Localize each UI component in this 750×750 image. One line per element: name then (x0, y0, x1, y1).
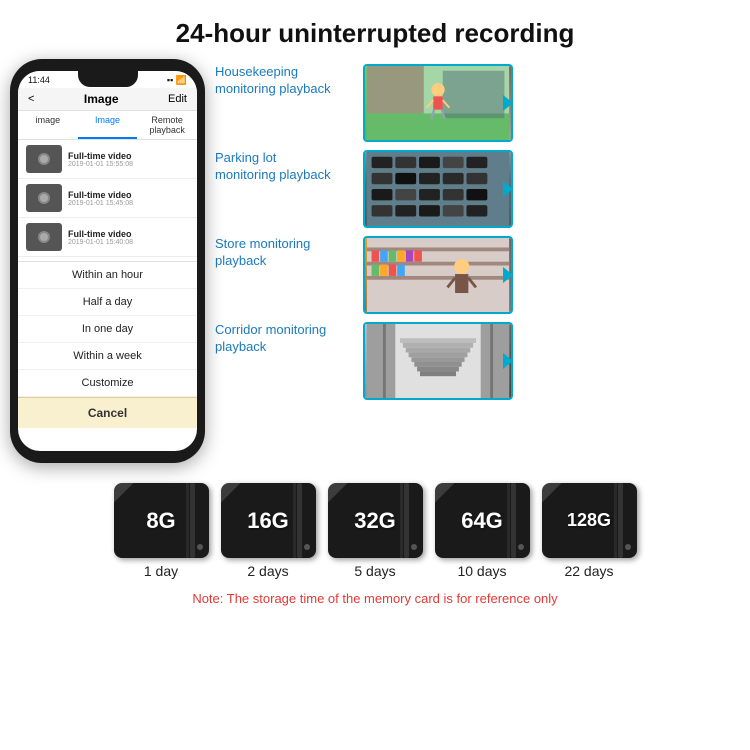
storage-days-64g: 10 days (457, 563, 506, 579)
storage-days-128g: 22 days (564, 563, 613, 579)
sd-card-label-64g: 64G (461, 508, 503, 534)
video-item-1-text: Full-time video 2019-01-01 15:55:08 (68, 151, 189, 168)
monitoring-label-parking: Parking lot monitoring playback (215, 150, 355, 184)
phone-edit-button[interactable]: Edit (168, 93, 187, 105)
storage-card-8g: 8G 1 day (114, 483, 209, 579)
video-item-1-date: 2019-01-01 15:55:08 (68, 161, 189, 168)
arrow-right-icon (503, 95, 513, 111)
phone-dropdown: Within an hour Half a day In one day Wit… (18, 261, 197, 428)
video-thumb-1 (26, 145, 62, 173)
storage-card-64g: 64G 10 days (435, 483, 530, 579)
video-item-3-date: 2019-01-01 15:40:08 (68, 239, 189, 246)
monitoring-image-housekeeping (363, 64, 513, 142)
storage-card-16g: 16G 2 days (221, 483, 316, 579)
monitoring-image-corridor (363, 322, 513, 400)
arrow-right-icon (503, 353, 513, 369)
list-item[interactable]: Full-time video 2019-01-01 15:45:08 (18, 179, 197, 218)
monitoring-label-store: Store monitoring playback (215, 236, 355, 270)
arrow-right-icon (503, 181, 513, 197)
dropdown-cancel-button[interactable]: Cancel (18, 397, 197, 428)
image-parking (365, 152, 511, 226)
page-title: 24-hour uninterrupted recording (0, 0, 750, 59)
storage-section: 8G 1 day 16G 2 days 32G 5 days (0, 468, 750, 614)
monitoring-label-housekeeping: Housekeeping monitoring playback (215, 64, 355, 98)
monitoring-item-parking: Parking lot monitoring playback (215, 150, 740, 228)
tab-remote-playback[interactable]: Remote playback (137, 111, 197, 139)
image-corridor (365, 324, 511, 398)
dropdown-item-oneday[interactable]: In one day (18, 316, 197, 343)
monitoring-image-parking (363, 150, 513, 228)
phone-mockup: 11:44 ▪▪ 📶 < Image Edit image Image Remo… (10, 59, 205, 463)
tab-image-2[interactable]: Image (78, 111, 138, 139)
storage-days-16g: 2 days (247, 563, 288, 579)
sd-card-128g: 128G (542, 483, 637, 558)
sd-card-64g: 64G (435, 483, 530, 558)
video-item-2-text: Full-time video 2019-01-01 15:45:08 (68, 190, 189, 207)
list-item[interactable]: Full-time video 2019-01-01 15:55:08 (18, 140, 197, 179)
video-item-3-text: Full-time video 2019-01-01 15:40:08 (68, 229, 189, 246)
image-store (365, 238, 511, 312)
sd-card-8g: 8G (114, 483, 209, 558)
phone-time: 11:44 (28, 75, 50, 86)
sd-card-32g: 32G (328, 483, 423, 558)
monitoring-item-corridor: Corridor monitoring playback (215, 322, 740, 400)
phone-tabs: image Image Remote playback (18, 111, 197, 140)
monitoring-item-store: Store monitoring playback (215, 236, 740, 314)
monitoring-image-store (363, 236, 513, 314)
phone-header-title: Image (84, 92, 119, 106)
sd-card-label-128g: 128G (567, 510, 611, 531)
phone-back-button[interactable]: < (28, 93, 34, 105)
top-section: 11:44 ▪▪ 📶 < Image Edit image Image Remo… (0, 59, 750, 463)
sd-card-label-32g: 32G (354, 508, 396, 534)
phone-notch (78, 71, 138, 87)
video-thumb-2 (26, 184, 62, 212)
storage-days-32g: 5 days (354, 563, 395, 579)
video-item-1-title: Full-time video (68, 151, 189, 161)
sd-card-label-8g: 8G (146, 508, 175, 534)
video-item-2-title: Full-time video (68, 190, 189, 200)
dropdown-item-hour[interactable]: Within an hour (18, 262, 197, 289)
image-child (365, 66, 511, 140)
sd-card-label-16g: 16G (247, 508, 289, 534)
storage-card-32g: 32G 5 days (328, 483, 423, 579)
monitoring-item-housekeeping: Housekeeping monitoring playback (215, 64, 740, 142)
phone-icons: ▪▪ 📶 (167, 75, 187, 86)
storage-cards: 8G 1 day 16G 2 days 32G 5 days (114, 483, 637, 579)
video-thumb-3 (26, 223, 62, 251)
monitoring-label-corridor: Corridor monitoring playback (215, 322, 355, 356)
video-item-2-date: 2019-01-01 15:45:08 (68, 200, 189, 207)
dropdown-item-customize[interactable]: Customize (18, 370, 197, 397)
dropdown-item-halfday[interactable]: Half a day (18, 289, 197, 316)
arrow-right-icon (503, 267, 513, 283)
sd-card-16g: 16G (221, 483, 316, 558)
monitoring-list: Housekeeping monitoring playback (215, 59, 740, 400)
video-item-3-title: Full-time video (68, 229, 189, 239)
storage-note: Note: The storage time of the memory car… (192, 591, 557, 606)
phone-header: < Image Edit (18, 88, 197, 111)
phone-screen: 11:44 ▪▪ 📶 < Image Edit image Image Remo… (18, 71, 197, 451)
list-item[interactable]: Full-time video 2019-01-01 15:40:08 (18, 218, 197, 257)
tab-image-1[interactable]: image (18, 111, 78, 139)
dropdown-item-week[interactable]: Within a week (18, 343, 197, 370)
storage-days-8g: 1 day (144, 563, 178, 579)
storage-card-128g: 128G 22 days (542, 483, 637, 579)
